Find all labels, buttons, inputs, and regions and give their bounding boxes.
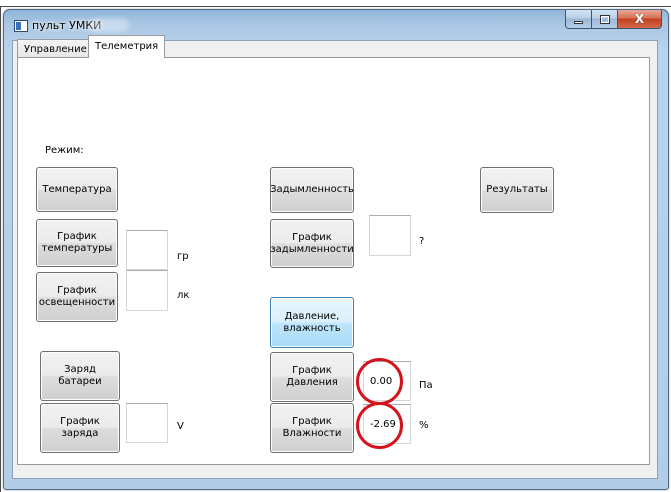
minimize-button[interactable]: [565, 10, 592, 29]
temperature-unit-label: гр: [177, 251, 189, 262]
pressure-value-field[interactable]: 0.00: [363, 361, 411, 401]
smoke-button[interactable]: Задымленность: [270, 167, 354, 213]
close-button[interactable]: X: [618, 10, 662, 29]
pressure-graph-button[interactable]: График Давления: [270, 352, 354, 402]
tab-telemetry[interactable]: Телеметрия: [88, 35, 166, 58]
maximize-button[interactable]: [592, 10, 618, 29]
humidity-unit-label: %: [419, 420, 429, 431]
minimize-icon: [574, 21, 583, 24]
humidity-value-field[interactable]: -2.69: [363, 404, 411, 444]
humidity-graph-button[interactable]: График Влажности: [270, 403, 354, 453]
results-button[interactable]: Результаты: [480, 167, 554, 213]
close-icon: X: [634, 12, 645, 26]
maximize-icon: [599, 14, 610, 24]
light-unit-label: лк: [177, 290, 190, 301]
title-glass-glow: [89, 18, 129, 32]
light-graph-button[interactable]: График освещенности: [36, 272, 118, 322]
temperature-button[interactable]: Температура: [36, 167, 118, 212]
window-controls: X: [565, 10, 662, 29]
charge-unit-label: V: [177, 421, 184, 432]
charge-graph-button[interactable]: График заряда: [40, 403, 120, 453]
pressure-humidity-button[interactable]: Давление, влажность: [270, 297, 354, 348]
tab-control[interactable]: Управление: [17, 39, 94, 58]
light-value-field[interactable]: [126, 270, 168, 311]
outer-frame-left: [0, 6, 1, 492]
pressure-unit-label: Па: [419, 380, 433, 391]
app-window-icon: [14, 20, 28, 32]
smoke-unit-label: ?: [419, 236, 425, 247]
charge-value-field[interactable]: [126, 403, 168, 443]
mode-label: Режим:: [45, 145, 84, 156]
battery-charge-button[interactable]: Заряд батареи: [40, 351, 120, 401]
smoke-value-field[interactable]: [369, 215, 411, 256]
smoke-graph-button[interactable]: График задымленности: [270, 219, 354, 268]
temperature-graph-button[interactable]: График температуры: [36, 219, 118, 267]
outer-frame-top: [0, 6, 671, 7]
temperature-value-field[interactable]: [126, 230, 168, 270]
